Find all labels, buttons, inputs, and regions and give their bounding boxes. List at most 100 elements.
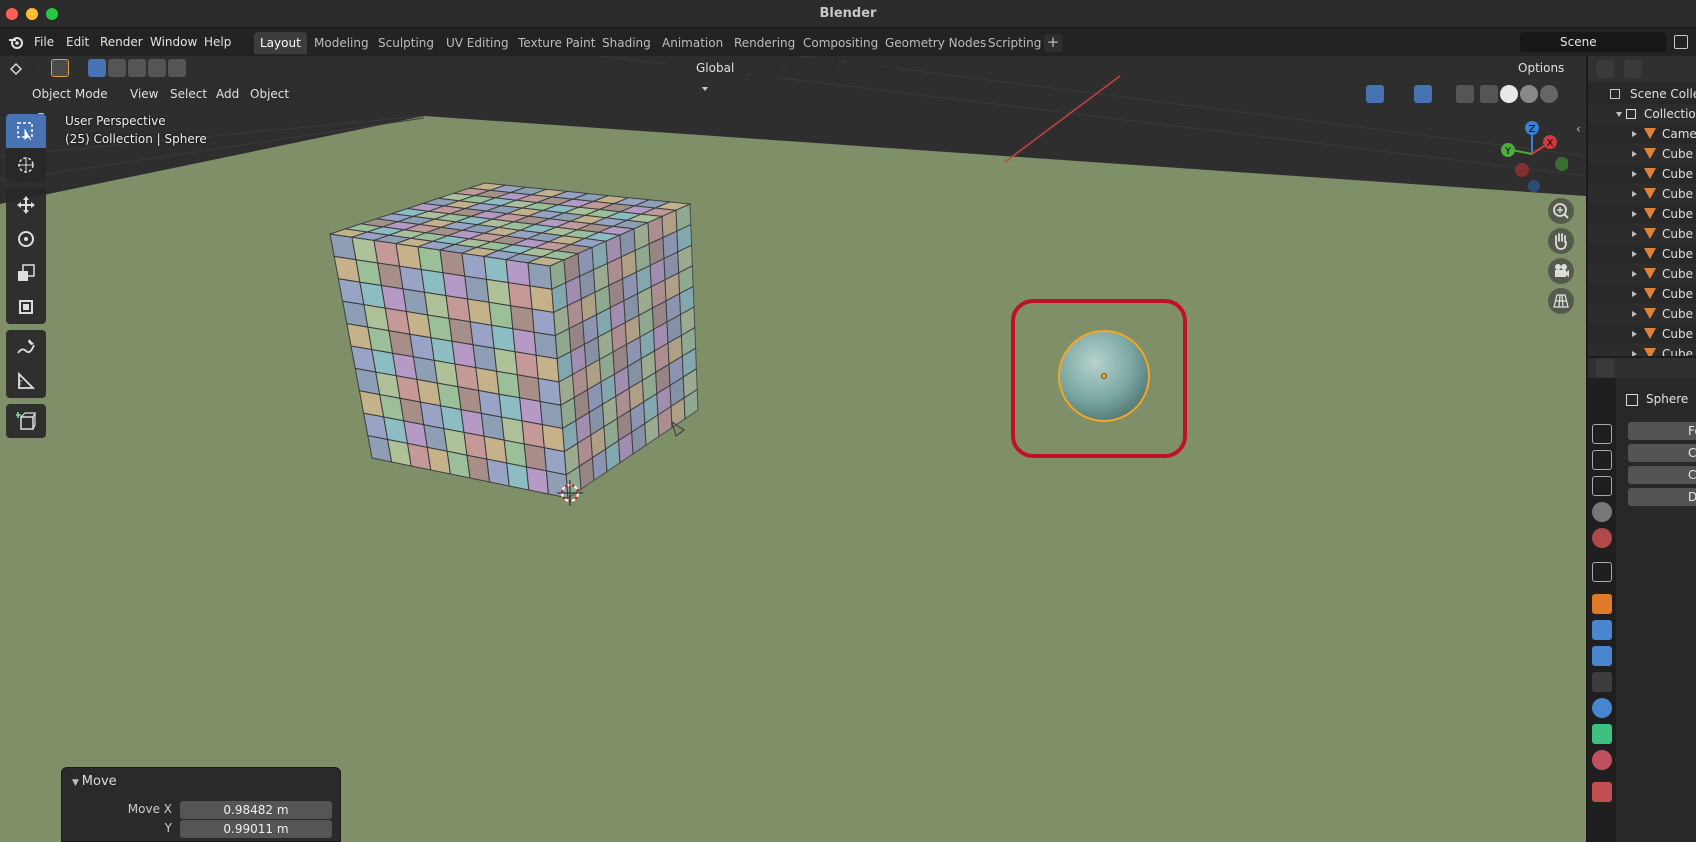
- texture-tab-icon[interactable]: [1592, 782, 1612, 802]
- select-extend-icon[interactable]: [108, 59, 126, 77]
- force-field-button[interactable]: Force Field: [1628, 422, 1696, 440]
- expand-item-icon[interactable]: [1632, 271, 1637, 277]
- blender-logo-icon[interactable]: [8, 34, 24, 50]
- tab-animation[interactable]: Animation: [656, 32, 729, 54]
- redo-panel-title[interactable]: ▼ Move: [72, 774, 117, 789]
- mode-dropdown[interactable]: Object Mode: [6, 84, 116, 117]
- tab-compositing[interactable]: Compositing: [797, 32, 884, 54]
- tab-texture-paint[interactable]: Texture Paint: [512, 32, 601, 54]
- snap-dropdown[interactable]: [786, 58, 838, 78]
- rotate-tool[interactable]: [6, 222, 46, 256]
- transform-orientation-dropdown[interactable]: Global: [666, 58, 746, 91]
- tool-tab-icon[interactable]: [1592, 390, 1612, 410]
- select-subtract-icon[interactable]: [128, 59, 146, 77]
- render-tab-icon[interactable]: [1592, 424, 1612, 444]
- outliner-item[interactable]: Cube: [1588, 344, 1696, 356]
- select-invert-icon[interactable]: [148, 59, 166, 77]
- editor-type-icon[interactable]: [1596, 60, 1614, 78]
- pivot-point-dropdown[interactable]: [752, 58, 782, 78]
- move-tool[interactable]: [6, 188, 46, 222]
- tab-shading[interactable]: Shading: [596, 32, 657, 54]
- ortho-toggle-button[interactable]: [1548, 288, 1574, 314]
- viewport-scene[interactable]: [0, 56, 1586, 842]
- expand-item-icon[interactable]: [1632, 131, 1637, 137]
- tab-rendering[interactable]: Rendering: [728, 32, 801, 54]
- tab-geometry-nodes[interactable]: Geometry Nodes: [879, 32, 992, 54]
- dynamic-paint-button[interactable]: Dynamic Paint: [1628, 488, 1696, 506]
- transform-tool[interactable]: [6, 290, 46, 324]
- object-tab-icon[interactable]: [1592, 594, 1612, 614]
- cursor-tool[interactable]: [6, 148, 46, 182]
- measure-tool[interactable]: [6, 364, 46, 398]
- move-y-field[interactable]: 0.99011 m: [180, 820, 332, 838]
- menu-help[interactable]: Help: [200, 33, 235, 51]
- menu-object[interactable]: Object: [244, 84, 296, 104]
- output-tab-icon[interactable]: [1592, 450, 1612, 470]
- pan-button[interactable]: [1548, 228, 1574, 254]
- add-cube-tool[interactable]: [6, 404, 46, 438]
- zoom-button[interactable]: [1548, 198, 1574, 224]
- outliner-scene-collection[interactable]: Scene Collection: [1588, 84, 1696, 104]
- options-dropdown[interactable]: Options: [1512, 58, 1578, 91]
- expand-item-icon[interactable]: [1632, 211, 1637, 217]
- modifier-tab-icon[interactable]: [1592, 620, 1612, 640]
- menu-add[interactable]: Add: [210, 84, 246, 104]
- expand-item-icon[interactable]: [1632, 351, 1637, 356]
- sidebar-toggle-icon[interactable]: ‹: [1576, 122, 1581, 136]
- scene-name-field[interactable]: Scene: [1520, 32, 1666, 52]
- tab-layout[interactable]: Layout: [254, 32, 307, 54]
- outliner-item[interactable]: Cube: [1588, 144, 1696, 164]
- outliner-item[interactable]: Cube: [1588, 224, 1696, 244]
- overlay-toggle-icon[interactable]: [1414, 85, 1432, 103]
- expand-item-icon[interactable]: [1632, 331, 1637, 337]
- gizmo-toggle-icon[interactable]: [1366, 85, 1384, 103]
- outliner-item[interactable]: Cube: [1588, 324, 1696, 344]
- material-shading-icon[interactable]: [1520, 85, 1538, 103]
- menu-select[interactable]: Select: [164, 84, 214, 104]
- properties-editor-type-icon[interactable]: [1596, 359, 1614, 377]
- transform-tool-dropdown[interactable]: [6, 59, 38, 79]
- menu-window[interactable]: Window: [146, 33, 201, 51]
- outliner-item[interactable]: Camera: [1588, 124, 1696, 144]
- view-layer-tab-icon[interactable]: [1592, 476, 1612, 496]
- outliner-item[interactable]: Cube: [1588, 204, 1696, 224]
- expand-item-icon[interactable]: [1632, 291, 1637, 297]
- expand-item-icon[interactable]: [1632, 231, 1637, 237]
- wireframe-shading-icon[interactable]: [1480, 85, 1498, 103]
- menu-render[interactable]: Render: [96, 33, 147, 51]
- move-x-field[interactable]: 0.98482 m: [180, 801, 332, 819]
- add-workspace-button[interactable]: +: [1044, 34, 1062, 52]
- scene-tab-icon[interactable]: [1592, 502, 1612, 522]
- world-tab-icon[interactable]: [1592, 528, 1612, 548]
- proportional-editing-dropdown[interactable]: [846, 58, 896, 78]
- particles-tab-icon[interactable]: [1592, 646, 1612, 666]
- xray-toggle-icon[interactable]: [1456, 85, 1474, 103]
- physics-tab-icon[interactable]: [1592, 672, 1612, 692]
- select-new-icon[interactable]: [88, 59, 106, 77]
- select-mode-icon[interactable]: [51, 59, 69, 77]
- expand-item-icon[interactable]: [1632, 151, 1637, 157]
- navigation-gizmo[interactable]: Z X Y: [1498, 118, 1568, 194]
- solid-shading-icon[interactable]: [1500, 85, 1518, 103]
- expand-item-icon[interactable]: [1632, 191, 1637, 197]
- tab-modeling[interactable]: Modeling: [308, 32, 375, 54]
- tab-uv-editing[interactable]: UV Editing: [440, 32, 515, 54]
- scale-tool[interactable]: [6, 256, 46, 290]
- cloth-button[interactable]: Cloth: [1628, 466, 1696, 484]
- expand-item-icon[interactable]: [1632, 171, 1637, 177]
- outliner-collection[interactable]: Collection: [1588, 104, 1696, 124]
- collection-tab-icon[interactable]: [1592, 562, 1612, 582]
- expand-item-icon[interactable]: [1632, 251, 1637, 257]
- data-tab-icon[interactable]: [1592, 724, 1612, 744]
- camera-view-button[interactable]: [1548, 258, 1574, 284]
- constraints-tab-icon[interactable]: [1592, 698, 1612, 718]
- 3d-viewport[interactable]: [0, 56, 1586, 842]
- display-mode-icon[interactable]: [1624, 60, 1642, 78]
- outliner-item[interactable]: Cube: [1588, 164, 1696, 184]
- menu-file[interactable]: File: [30, 33, 58, 51]
- expand-collection-icon[interactable]: [1616, 112, 1622, 117]
- material-tab-icon[interactable]: [1592, 750, 1612, 770]
- tab-scripting[interactable]: Scripting: [982, 32, 1047, 54]
- outliner-item[interactable]: Cube: [1588, 184, 1696, 204]
- outliner-item[interactable]: Cube: [1588, 304, 1696, 324]
